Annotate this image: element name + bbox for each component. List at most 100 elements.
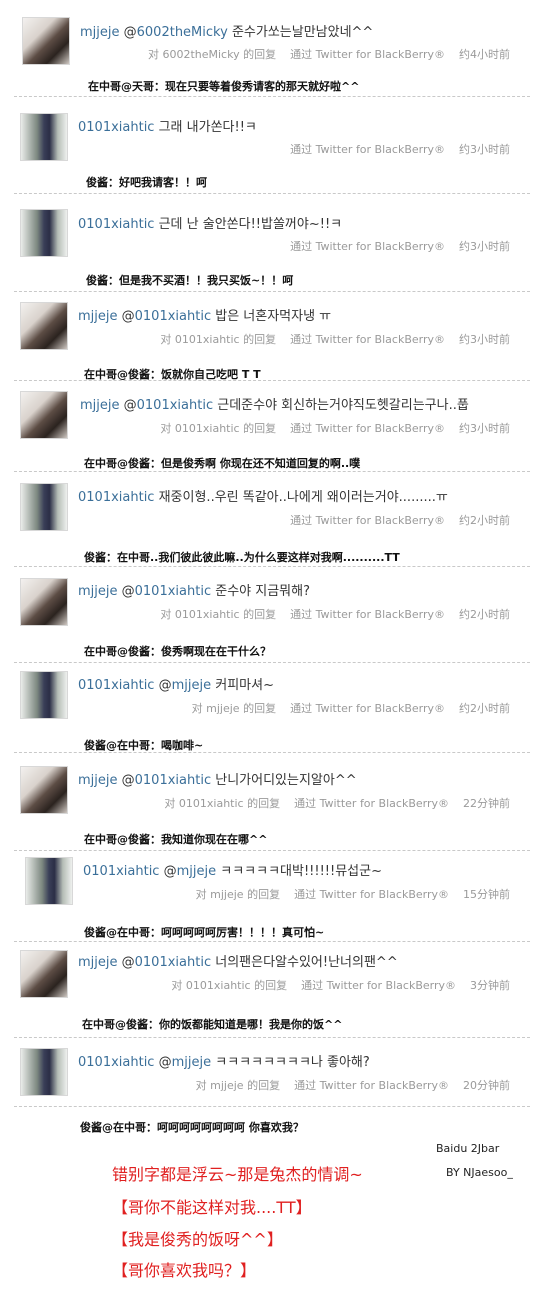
mention: @0101xiahtic: [121, 309, 212, 324]
username-link[interactable]: mjjeje: [80, 25, 120, 40]
mention-link[interactable]: mjjeje: [172, 678, 212, 693]
tweet-body: 근데준수야 회신하는거야직도헷갈리는구나..풉: [217, 398, 469, 413]
timestamp[interactable]: 3分钟前: [470, 979, 510, 992]
timestamp[interactable]: 约4小时前: [459, 48, 510, 61]
translation-caption: 在中哥@俊酱：但是俊秀啊 你现在还不知道回复的啊..噗: [84, 457, 361, 470]
username-link[interactable]: mjjeje: [80, 398, 120, 413]
tweet-meta: 对 0101xiahtic 的回复 通过 Twitter for BlackBer…: [160, 606, 510, 622]
tweet-meta: 对 mjjeje 的回复 通过 Twitter for BlackBerry® 15…: [196, 886, 510, 902]
note-line: 错别字都是浮云~那是兔杰的情调~: [112, 1165, 363, 1184]
via-client[interactable]: 通过 Twitter for BlackBerry®: [290, 608, 445, 621]
username-link[interactable]: mjjeje: [78, 773, 118, 788]
timestamp[interactable]: 约2小时前: [459, 514, 510, 527]
timestamp[interactable]: 约3小时前: [459, 143, 510, 156]
tweet-meta: 对 0101xiahtic 的回复 通过 Twitter for BlackBer…: [164, 795, 510, 811]
reply-to-link[interactable]: 对 0101xiahtic 的回复: [160, 608, 276, 621]
translation-caption: 俊酱@在中哥：呵呵呵呵呵呵呵呵 你喜欢我？: [80, 1121, 304, 1134]
mention-link[interactable]: mjjeje: [172, 1055, 212, 1070]
username-link[interactable]: 0101xiahtic: [78, 1055, 154, 1070]
username-link[interactable]: mjjeje: [78, 584, 118, 599]
translation-caption: 在中哥@天哥：现在只要等着俊秀请客的那天就好啦^^: [88, 80, 360, 93]
translation-caption: 俊酱：但是我不买酒！！我只买饭~！！呵: [86, 274, 294, 287]
mjjeje-avatar[interactable]: [20, 766, 68, 814]
via-client[interactable]: 通过 Twitter for BlackBerry®: [290, 514, 445, 527]
mjjeje-avatar[interactable]: [20, 950, 68, 998]
translation-caption: 俊酱@在中哥：喝咖啡~: [84, 739, 204, 752]
tweet-body: 재중이형..우린 똑같아..나에게 왜이러는거야.........ㅠ: [158, 490, 448, 505]
via-client[interactable]: 通过 Twitter for BlackBerry®: [294, 888, 449, 901]
0101xiahtic-avatar[interactable]: [20, 671, 68, 719]
username-link[interactable]: 0101xiahtic: [78, 678, 154, 693]
tweet-body: 커피마셔~: [215, 678, 274, 693]
tweet-body: 근데 난 술안쏜다!!밥쏠꺼야~!!ㅋ: [158, 217, 343, 232]
timestamp[interactable]: 20分钟前: [463, 1079, 510, 1092]
tweet-body: 밥은 너혼자먹자냉 ㅠ: [215, 309, 332, 324]
tweet-item: mjjeje @0101xiahtic 근데준수야 회신하는거야직도헷갈리는구나…: [0, 381, 540, 472]
via-client[interactable]: 通过 Twitter for BlackBerry®: [301, 979, 456, 992]
reply-to-link[interactable]: 对 0101xiahtic 的回复: [164, 797, 280, 810]
mention-link[interactable]: 0101xiahtic: [135, 584, 211, 599]
mention: @mjjeje: [158, 678, 212, 693]
0101xiahtic-avatar[interactable]: [20, 209, 68, 257]
tweet-item: 0101xiahtic @mjjeje 커피마셔~ 对 mjjeje 的回复 通过 …: [0, 663, 540, 753]
0101xiahtic-avatar[interactable]: [20, 113, 68, 161]
mjjeje-avatar[interactable]: [20, 302, 68, 350]
tweet-meta: 对 0101xiahtic 的回复 通过 Twitter for BlackBer…: [160, 331, 510, 347]
username-link[interactable]: 0101xiahtic: [78, 490, 154, 505]
tweet-text-line: 0101xiahtic @mjjeje ㅋㅋㅋㅋㅋ대박!!!!!!뮤섭군~: [83, 860, 382, 879]
mention-link[interactable]: 0101xiahtic: [135, 773, 211, 788]
tweet-item: mjjeje @0101xiahtic 너의팬은다알수있어!난너의팬^^ 对 01…: [0, 942, 540, 1038]
note-line: 【哥你喜欢我吗？】: [112, 1261, 257, 1280]
reply-to-link[interactable]: 对 mjjeje 的回复: [192, 702, 276, 715]
mention-link[interactable]: 6002theMicky: [137, 25, 228, 40]
reply-to-link[interactable]: 对 0101xiahtic 的回复: [160, 333, 276, 346]
tweet-text-line: 0101xiahtic @mjjeje 커피마셔~: [78, 674, 274, 693]
tweet-meta: 通过 Twitter for BlackBerry® 约3小时前: [290, 238, 510, 254]
username-link[interactable]: 0101xiahtic: [78, 217, 154, 232]
0101xiahtic-avatar[interactable]: [25, 857, 73, 905]
timestamp[interactable]: 约3小时前: [459, 333, 510, 346]
mention: @0101xiahtic: [121, 584, 212, 599]
timestamp[interactable]: 15分钟前: [463, 888, 510, 901]
via-client[interactable]: 通过 Twitter for BlackBerry®: [290, 48, 445, 61]
0101xiahtic-avatar[interactable]: [20, 1048, 68, 1096]
mjjeje-avatar[interactable]: [22, 17, 70, 65]
0101xiahtic-avatar[interactable]: [20, 483, 68, 531]
mention: @mjjeje: [163, 864, 217, 879]
reply-to-link[interactable]: 对 mjjeje 的回复: [196, 888, 280, 901]
username-link[interactable]: 0101xiahtic: [83, 864, 159, 879]
via-client[interactable]: 通过 Twitter for BlackBerry®: [290, 702, 445, 715]
username-link[interactable]: mjjeje: [78, 309, 118, 324]
tweet-item: mjjeje @6002theMicky 준수가쏘는날만남았네^^ 对 6002t…: [0, 0, 540, 97]
timestamp[interactable]: 约2小时前: [459, 702, 510, 715]
tweet-meta: 对 0101xiahtic 的回复 通过 Twitter for BlackBer…: [160, 420, 510, 436]
via-client[interactable]: 通过 Twitter for BlackBerry®: [294, 1079, 449, 1092]
timestamp[interactable]: 约3小时前: [459, 240, 510, 253]
timestamp[interactable]: 约2小时前: [459, 608, 510, 621]
mention-link[interactable]: 0101xiahtic: [135, 955, 211, 970]
via-client[interactable]: 通过 Twitter for BlackBerry®: [290, 333, 445, 346]
mention: @mjjeje: [158, 1055, 212, 1070]
mjjeje-avatar[interactable]: [20, 391, 68, 439]
reply-to-link[interactable]: 对 0101xiahtic 的回复: [171, 979, 287, 992]
tweet-text-line: 0101xiahtic 그래 내가쏜다!!ㅋ: [78, 116, 257, 135]
via-client[interactable]: 通过 Twitter for BlackBerry®: [294, 797, 449, 810]
via-client[interactable]: 通过 Twitter for BlackBerry®: [290, 240, 445, 253]
translation-caption: 俊酱：好吧我请客！！呵: [86, 176, 207, 189]
via-client[interactable]: 通过 Twitter for BlackBerry®: [290, 422, 445, 435]
username-link[interactable]: 0101xiahtic: [78, 120, 154, 135]
timestamp[interactable]: 22分钟前: [463, 797, 510, 810]
mjjeje-avatar[interactable]: [20, 578, 68, 626]
username-link[interactable]: mjjeje: [78, 955, 118, 970]
reply-to-link[interactable]: 对 0101xiahtic 的回复: [160, 422, 276, 435]
mention-link[interactable]: mjjeje: [177, 864, 217, 879]
translation-caption: 在中哥@俊酱：我知道你现在在哪^^: [84, 833, 268, 846]
mention-link[interactable]: 0101xiahtic: [137, 398, 213, 413]
reply-to-link[interactable]: 对 6002theMicky 的回复: [148, 48, 276, 61]
reply-to-link[interactable]: 对 mjjeje 的回复: [196, 1079, 280, 1092]
mention-link[interactable]: 0101xiahtic: [135, 309, 211, 324]
tweet-text-line: mjjeje @0101xiahtic 밥은 너혼자먹자냉 ㅠ: [78, 305, 331, 324]
tweet-text-line: mjjeje @0101xiahtic 너의팬은다알수있어!난너의팬^^: [78, 951, 398, 970]
via-client[interactable]: 通过 Twitter for BlackBerry®: [290, 143, 445, 156]
timestamp[interactable]: 约3小时前: [459, 422, 510, 435]
